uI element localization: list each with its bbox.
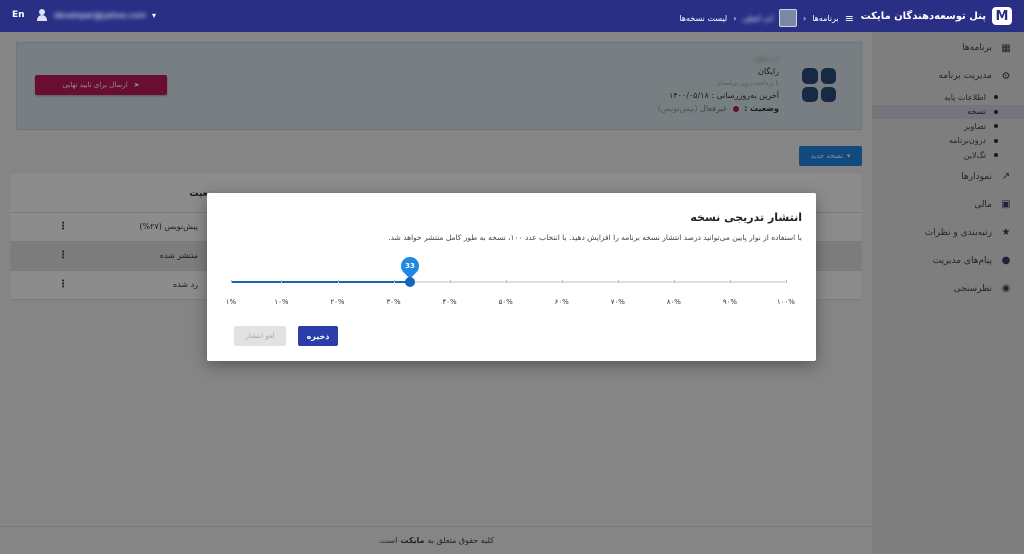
chevron-left-icon: ‹ [803,13,807,23]
slider-thumb[interactable] [405,277,416,287]
cancel-release-button[interactable]: لغو انتشار [234,326,286,346]
breadcrumb: ≡ برنامه‌ها ‹ اپ اصلی ‹ لیست نسخه‌ها [679,9,854,27]
caret-down-icon: ▾ [152,10,157,20]
slider-tick [281,280,283,283]
slider-tick [617,280,619,283]
brand-logo-icon: M [992,7,1012,25]
dialog-description: با استفاده از نوار پایین می‌توانید درصد … [388,233,802,242]
slider-tick [673,280,675,283]
slider-fill [231,281,411,283]
slider-tick [505,280,507,283]
slider-tick-label[interactable]: ۶۰% [555,298,569,306]
slider-tick-label[interactable]: ۲۰% [330,298,344,306]
slider-tick-label[interactable]: ۷۰% [611,298,625,306]
slider-tick-label[interactable]: ۳۰% [386,298,400,306]
slider-tick-label[interactable]: ۸۰% [667,298,681,306]
dialog-title: انتشار تدریجی نسخه [690,211,802,224]
brand-title: پنل توسعه‌دهندگان مایکت [860,10,986,22]
breadcrumb-versions[interactable]: لیست نسخه‌ها [679,14,727,23]
slider-tick [449,280,451,283]
breadcrumb-app[interactable]: اپ اصلی [742,14,773,23]
user-email: developer@yahoo.com [54,10,147,20]
top-bar: M پنل توسعه‌دهندگان مایکت ≡ برنامه‌ها ‹ … [0,0,1024,32]
brand[interactable]: M پنل توسعه‌دهندگان مایکت [861,7,1012,25]
slider-tick [729,280,731,283]
slider-value-label: 33 [405,262,416,270]
menu-icon[interactable]: ≡ [845,12,854,25]
user-menu[interactable]: developer@yahoo.com ▾ [36,9,156,21]
slider-tick [337,280,339,283]
slider-tick [231,280,232,283]
release-percent-slider[interactable]: 33 ۱% ۱۰% ۲۰% ۳۰% ۴۰% ۵۰% ۶۰% ۷۰% ۸۰% ۹۰% ۱۰۰% [226,253,795,306]
app-icon [779,9,798,27]
slider-value-bubble: 33 [397,253,424,279]
slider-tick-label[interactable]: ۵۰% [499,298,513,306]
user-icon [36,9,48,21]
slider-tick-label[interactable]: ۱۰% [274,298,288,306]
breadcrumb-programs[interactable]: برنامه‌ها [812,14,839,23]
slider-tick [786,280,787,283]
slider-tick [561,280,563,283]
language-switch[interactable]: En [12,10,25,20]
slider-tick-label[interactable]: ۱% [226,298,236,306]
chevron-left-icon: ‹ [733,13,737,23]
slider-tick-label[interactable]: ۴۰% [443,298,457,306]
save-button[interactable]: ذخیره [298,326,338,346]
slider-tick [393,280,395,283]
gradual-release-dialog: انتشار تدریجی نسخه با استفاده از نوار پا… [207,193,816,361]
slider-tick-label[interactable]: ۱۰۰% [777,298,795,306]
slider-tick-label[interactable]: ۹۰% [723,298,737,306]
